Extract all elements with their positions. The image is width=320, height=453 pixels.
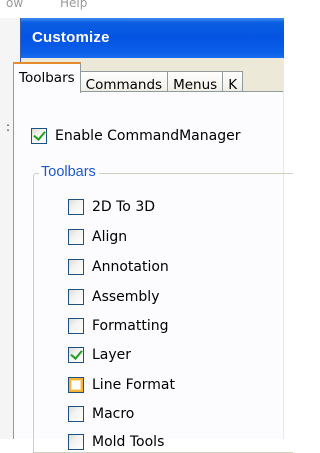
toolbar-label-formatting: Formatting <box>92 318 169 334</box>
toolbar-label-layer: Layer <box>92 347 132 363</box>
toolbar-label-line-format: Line Format <box>92 377 175 393</box>
toolbar-checkbox-layer[interactable] <box>68 347 84 363</box>
toolbar-label-macro: Macro <box>92 406 135 422</box>
tab-toolbars[interactable]: Toolbars <box>13 62 81 93</box>
toolbar-checkbox-align[interactable] <box>68 229 84 245</box>
tab-strip: Toolbars Commands Menus K <box>13 62 244 97</box>
toolbar-label-align: Align <box>92 229 128 245</box>
menubar-fragment: ow Help <box>0 0 283 18</box>
toolbar-checkbox-line-format[interactable] <box>68 377 84 393</box>
toolbar-checkbox-assembly[interactable] <box>68 289 84 305</box>
menu-item-help[interactable]: Help <box>60 0 87 9</box>
toolbar-checkbox-mold-tools[interactable] <box>68 434 84 450</box>
toolbars-group-legend: Toolbars <box>39 163 99 181</box>
toolbar-checkbox-2d-to-3d[interactable] <box>68 199 84 215</box>
toolbar-label-annotation: Annotation <box>92 259 169 275</box>
menu-item-window[interactable]: ow <box>6 0 23 9</box>
toolbar-checkbox-annotation[interactable] <box>68 259 84 275</box>
dialog-title[interactable]: Customize <box>21 18 284 58</box>
enable-command-manager-box[interactable] <box>31 128 47 144</box>
toolbar-label-mold-tools: Mold Tools <box>92 434 165 450</box>
toolbar-label-assembly: Assembly <box>92 289 160 305</box>
toolbar-checkbox-formatting[interactable] <box>68 318 84 334</box>
toolbar-label-2d-to-3d: 2D To 3D <box>92 199 156 215</box>
enable-command-manager-label: Enable CommandManager <box>55 128 241 144</box>
toolbar-checkbox-macro[interactable] <box>68 406 84 422</box>
